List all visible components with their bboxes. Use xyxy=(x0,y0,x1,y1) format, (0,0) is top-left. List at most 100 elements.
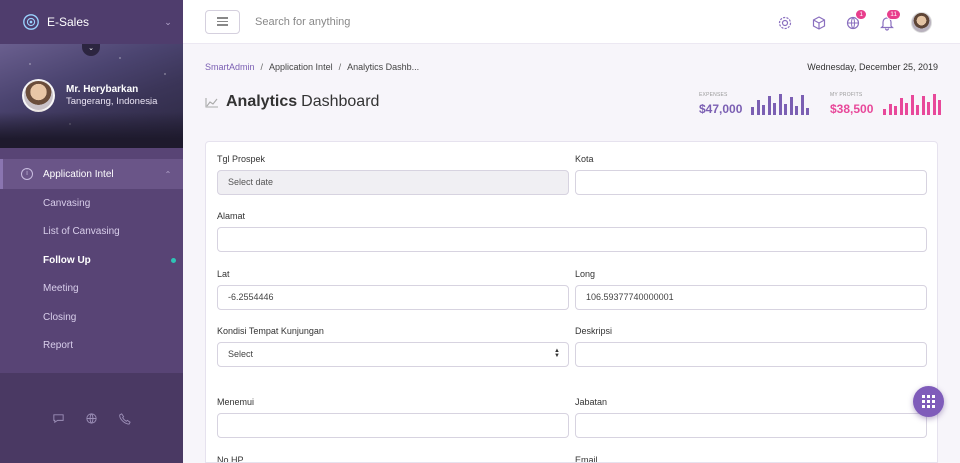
long-input[interactable]: 106.59377740000001 xyxy=(575,285,927,310)
bell-icon[interactable]: 11 xyxy=(877,9,901,32)
long-label: Long xyxy=(575,269,596,279)
menemui-label: Menemui xyxy=(217,397,255,407)
kota-label: Kota xyxy=(575,154,594,164)
expenses-value: $47,000 xyxy=(699,102,743,116)
profile-location: Tangerang, Indonesia xyxy=(66,96,158,107)
long-field: Long 106.59377740000001 xyxy=(575,269,927,310)
expenses-stat: EXPENSES $47,000 xyxy=(699,92,742,116)
grid-dot xyxy=(922,395,925,398)
sparkline-bar xyxy=(932,94,936,115)
current-date: Wednesday, December 25, 2019 xyxy=(807,62,938,72)
no-hp-field: No HP xyxy=(217,455,244,463)
chat-icon[interactable] xyxy=(52,412,65,425)
sidebar-footer xyxy=(0,373,183,463)
sidebar: E-Sales ⌄ ⌄ Mr. Herybarkan Tangerang, In… xyxy=(0,0,183,463)
sparkline-bar xyxy=(789,97,793,115)
alamat-input[interactable] xyxy=(217,227,927,252)
sparkline-bar xyxy=(800,95,804,115)
top-header: 1 11 xyxy=(183,0,960,44)
tgl-prospek-label: Tgl Prospek xyxy=(217,154,266,164)
lat-input[interactable]: -6.2554446 xyxy=(217,285,569,310)
kota-input[interactable] xyxy=(575,170,927,195)
app-grid-fab-button[interactable] xyxy=(913,386,944,417)
jabatan-label: Jabatan xyxy=(575,397,608,407)
page-title-strong: Analytics xyxy=(226,93,298,110)
no-hp-label: No HP xyxy=(217,455,244,463)
sidebar-item-canvasing[interactable]: Canvasing xyxy=(0,189,183,218)
tgl-prospek-field: Tgl Prospek Select date xyxy=(217,154,569,195)
sidebar-group-application-intel[interactable]: i Application Intel ⌃ xyxy=(0,159,183,189)
phone-icon[interactable] xyxy=(118,412,131,425)
profile-card: ⌄ Mr. Herybarkan Tangerang, Indonesia xyxy=(0,44,183,148)
sparkline-bar xyxy=(894,106,897,115)
breadcrumb-item[interactable]: SmartAdmin xyxy=(205,62,255,72)
sparkline-bar xyxy=(905,103,908,115)
grid-dot xyxy=(927,405,930,408)
breadcrumb: SmartAdmin / Application Intel / Analytics D… xyxy=(205,62,419,72)
lat-label: Lat xyxy=(217,269,230,279)
sidebar-group-label: Application Intel xyxy=(43,168,114,180)
grid-dot xyxy=(932,395,935,398)
globe-icon[interactable]: 1 xyxy=(843,9,867,32)
deskripsi-label: Deskripsi xyxy=(575,326,613,336)
alamat-field: Alamat xyxy=(217,211,927,252)
sidebar-nav: i Application Intel ⌃ Canvasing List of … xyxy=(0,159,183,360)
sparkline-bar xyxy=(921,96,925,115)
breadcrumb-item[interactable]: Application Intel xyxy=(269,62,333,72)
grid-dot xyxy=(927,395,930,398)
avatar[interactable] xyxy=(22,79,55,112)
menemui-input[interactable] xyxy=(217,413,569,438)
sparkline-bar xyxy=(888,104,892,115)
hamburger-menu-button[interactable] xyxy=(205,9,240,34)
deskripsi-field: Deskripsi xyxy=(575,326,927,367)
sparkline-bar xyxy=(927,102,930,115)
profile-name[interactable]: Mr. Herybarkan xyxy=(66,84,138,95)
profits-value: $38,500 xyxy=(830,102,874,116)
sparkline-bar xyxy=(767,96,771,115)
kondisi-select[interactable]: Select ▲ ▼ xyxy=(217,342,569,367)
sparkline-bar xyxy=(784,104,787,115)
sidebar-item-follow-up[interactable]: Follow Up xyxy=(0,246,183,275)
chart-area-icon xyxy=(205,97,218,108)
profits-sparkline xyxy=(883,93,941,115)
menu-icon-line xyxy=(217,20,228,23)
menu-icon-line xyxy=(217,24,228,26)
box-icon[interactable] xyxy=(809,13,828,32)
kondisi-label: Kondisi Tempat Kunjungan xyxy=(217,326,324,336)
sidebar-item-list-of-canvasing[interactable]: List of Canvasing xyxy=(0,218,183,247)
select-caret-icon: ▲ ▼ xyxy=(554,348,560,359)
settings-icon[interactable] xyxy=(775,13,794,32)
sparkline-bar xyxy=(899,98,903,115)
page-title-rest: Dashboard xyxy=(301,93,380,110)
user-avatar[interactable] xyxy=(911,12,932,33)
chevron-up-icon: ⌃ xyxy=(164,169,172,179)
sparkline-bar xyxy=(795,106,798,115)
grid-dot xyxy=(927,400,930,403)
kondisi-field: Kondisi Tempat Kunjungan Select ▲ ▼ xyxy=(217,326,569,367)
chevron-down-icon[interactable]: ⌄ xyxy=(153,17,183,28)
search-input[interactable] xyxy=(255,15,555,28)
profits-label: MY PROFITS xyxy=(830,92,863,98)
sidebar-item-closing[interactable]: Closing xyxy=(0,303,183,332)
jabatan-input[interactable] xyxy=(575,413,927,438)
grid-dot xyxy=(922,400,925,403)
expenses-sparkline xyxy=(751,93,809,115)
email-field: Email xyxy=(575,455,598,462)
grid-dot xyxy=(922,405,925,408)
expenses-label: EXPENSES xyxy=(699,92,728,98)
follow-up-form-panel: Tgl Prospek Select date Kota Alamat Lat … xyxy=(205,141,938,463)
lat-field: Lat -6.2554446 xyxy=(217,269,569,310)
alamat-label: Alamat xyxy=(217,211,246,221)
sparkline-bar xyxy=(806,108,809,115)
sidebar-item-meeting[interactable]: Meeting xyxy=(0,275,183,304)
tgl-prospek-input[interactable]: Select date xyxy=(217,170,569,195)
sparkline-bar xyxy=(938,100,941,115)
menemui-field: Menemui xyxy=(217,397,569,438)
app-name: E-Sales xyxy=(47,15,90,29)
profile-background-landscape xyxy=(0,112,183,148)
deskripsi-input[interactable] xyxy=(575,342,927,367)
sidebar-item-report[interactable]: Report xyxy=(0,332,183,361)
sparkline-bar xyxy=(910,95,914,115)
globe-icon[interactable] xyxy=(85,412,98,425)
header-icons: 1 11 xyxy=(775,9,932,33)
